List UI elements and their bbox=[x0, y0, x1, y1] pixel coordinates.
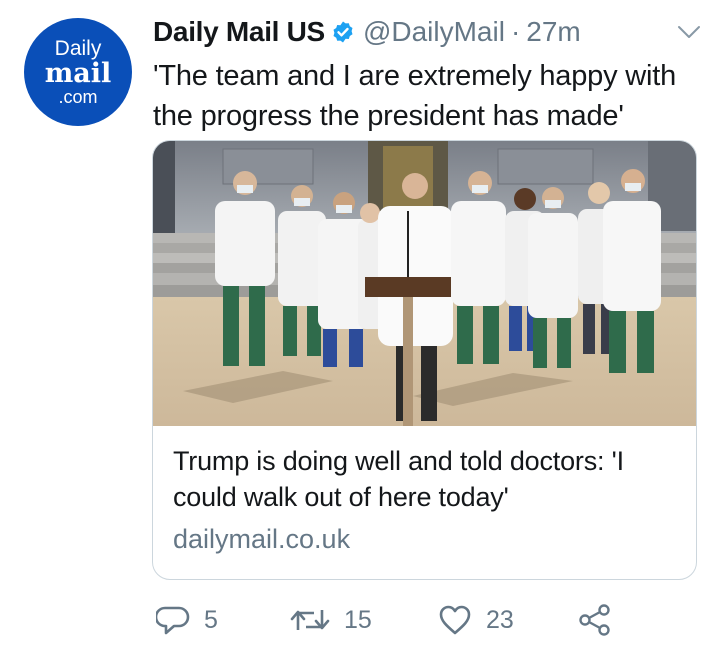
like-count: 23 bbox=[486, 605, 514, 634]
retweet-button[interactable]: 15 bbox=[290, 600, 372, 640]
retweet-count: 15 bbox=[344, 605, 372, 634]
share-button[interactable] bbox=[578, 600, 612, 640]
verified-badge-icon bbox=[331, 20, 355, 44]
avatar[interactable]: Daily mail .com bbox=[24, 18, 132, 126]
link-card[interactable]: Trump is doing well and told doctors: 'I… bbox=[152, 140, 697, 580]
card-body: Trump is doing well and told doctors: 'I… bbox=[173, 443, 683, 557]
like-icon bbox=[438, 603, 472, 637]
reply-icon bbox=[156, 603, 190, 637]
tweet-timestamp[interactable]: 27m bbox=[526, 16, 580, 48]
tweet-text: 'The team and I are extremely happy with… bbox=[153, 60, 677, 132]
reply-count: 5 bbox=[204, 605, 218, 634]
like-button[interactable]: 23 bbox=[438, 600, 514, 640]
card-domain: dailymail.co.uk bbox=[173, 524, 351, 554]
separator-dot: · bbox=[510, 16, 521, 47]
tweet-header: Daily Mail US @DailyMail · 27m bbox=[153, 12, 703, 52]
author-handle[interactable]: @DailyMail bbox=[363, 16, 505, 48]
reply-button[interactable]: 5 bbox=[156, 600, 218, 640]
avatar-logo-line3: .com bbox=[58, 87, 98, 107]
card-title: Trump is doing well and told doctors: 'I… bbox=[173, 446, 624, 512]
chevron-down-icon[interactable] bbox=[675, 20, 703, 44]
card-image bbox=[153, 141, 696, 426]
avatar-logo-line2: mail bbox=[44, 58, 112, 89]
author-name[interactable]: Daily Mail US bbox=[153, 16, 325, 48]
share-icon bbox=[578, 603, 612, 637]
avatar-logo-line1: Daily bbox=[54, 37, 102, 60]
retweet-icon bbox=[290, 603, 330, 637]
tweet-actions: 5 15 23 bbox=[150, 600, 670, 640]
